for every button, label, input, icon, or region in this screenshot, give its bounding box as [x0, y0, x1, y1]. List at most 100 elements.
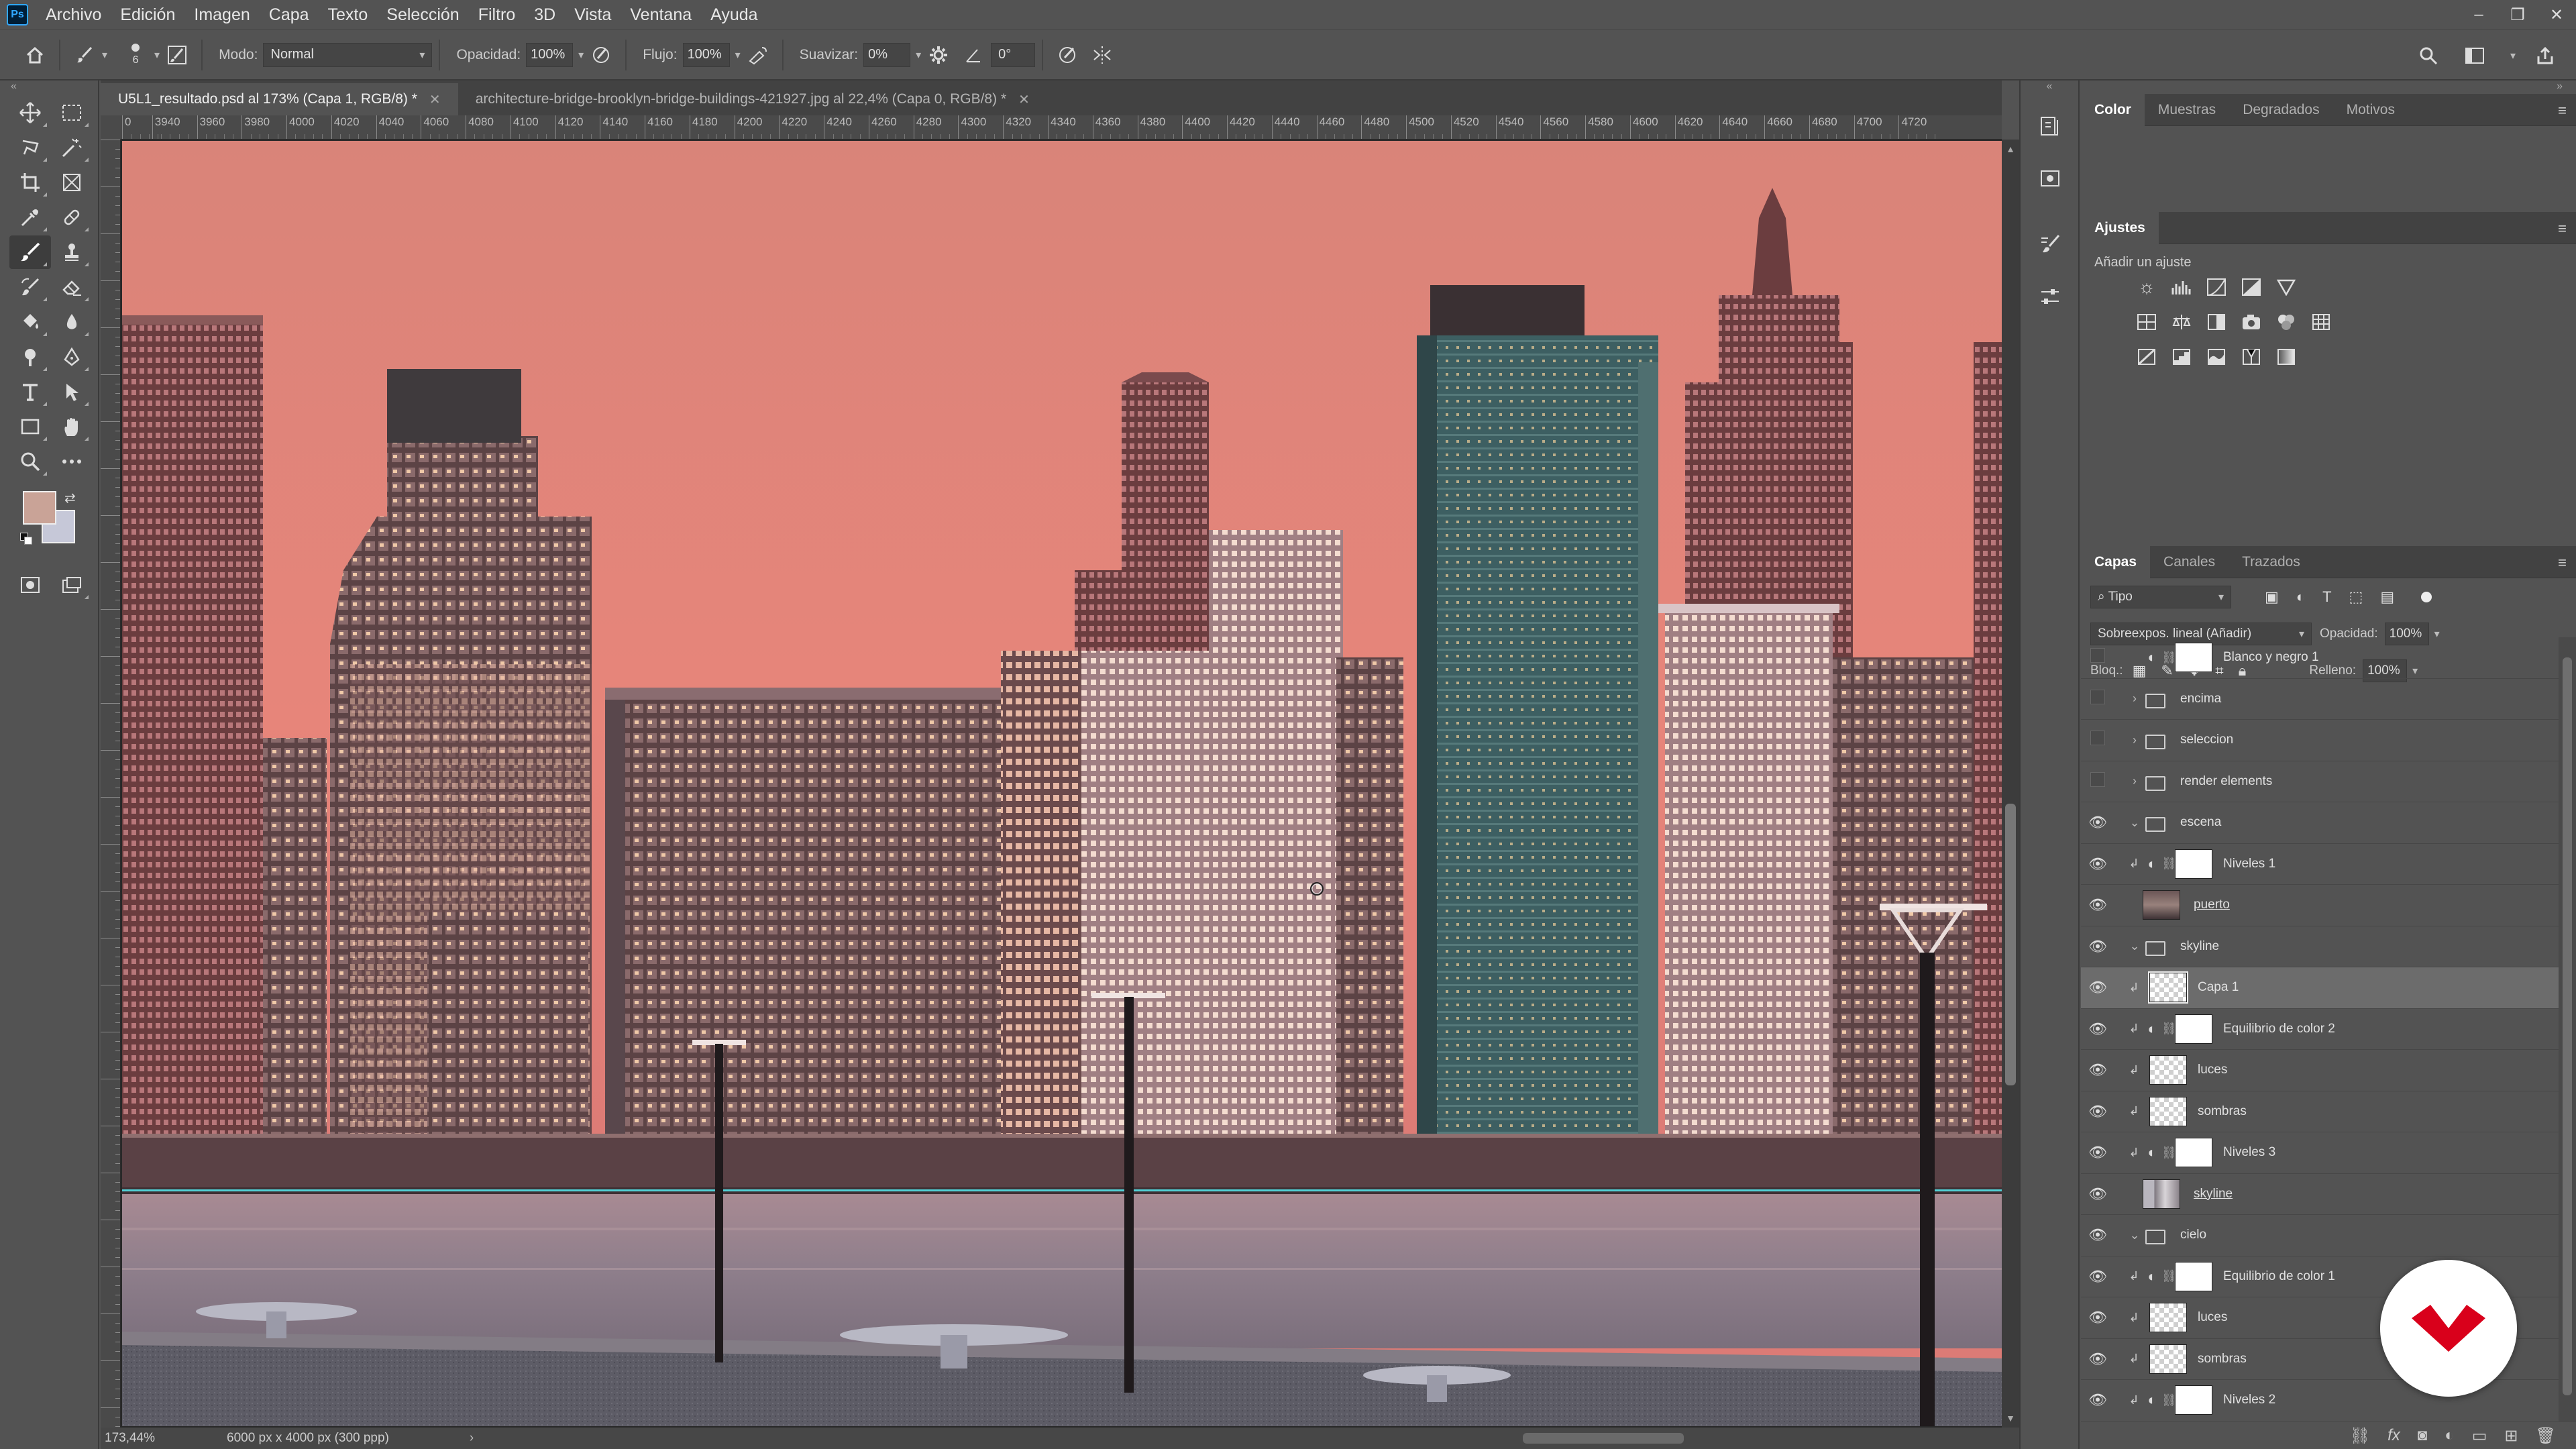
- panel-menu-icon[interactable]: ≡: [2558, 554, 2567, 572]
- airbrush-icon[interactable]: [741, 38, 775, 72]
- layer-row[interactable]: ◐ ⛓ Blanco y negro 1: [2081, 637, 2559, 679]
- add-mask-icon[interactable]: ◙: [2418, 1426, 2428, 1445]
- status-menu-arrow[interactable]: ›: [470, 1431, 474, 1446]
- brightness-icon[interactable]: ☼: [2135, 275, 2159, 299]
- visibility-toggle[interactable]: [2081, 771, 2114, 791]
- eraser-tool-icon[interactable]: [51, 270, 93, 304]
- new-group-icon[interactable]: ▭: [2472, 1426, 2487, 1446]
- flow-dropdown-icon[interactable]: ▾: [735, 48, 741, 62]
- rectangle-tool-icon[interactable]: [9, 410, 51, 443]
- posterize-icon[interactable]: [2169, 345, 2194, 369]
- visibility-eye-icon[interactable]: 👁︎: [2081, 1185, 2114, 1203]
- tab-swatches[interactable]: Muestras: [2145, 94, 2229, 126]
- panel-menu-icon[interactable]: ≡: [2558, 220, 2567, 237]
- group-expanded-icon[interactable]: ⌄: [2125, 1228, 2144, 1242]
- curves-icon[interactable]: [2204, 275, 2229, 299]
- visibility-eye-icon[interactable]: 👁︎: [2081, 896, 2114, 914]
- gradient-map-icon[interactable]: [2274, 345, 2298, 369]
- default-colors-icon[interactable]: [20, 533, 32, 545]
- vertical-scroll-thumb[interactable]: [2005, 804, 2016, 1085]
- visibility-toggle[interactable]: [2081, 689, 2114, 708]
- visibility-eye-icon[interactable]: 👁︎: [2081, 1061, 2114, 1079]
- layer-mask-thumbnail[interactable]: [2175, 849, 2212, 879]
- filter-adjustment-icon[interactable]: ◐: [2296, 588, 2305, 606]
- home-icon[interactable]: [17, 38, 52, 72]
- type-tool-icon[interactable]: [9, 375, 51, 409]
- visibility-eye-icon[interactable]: 👁︎: [2081, 1350, 2114, 1368]
- restore-button[interactable]: ❐: [2498, 0, 2537, 30]
- vertical-ruler[interactable]: [101, 140, 121, 1428]
- group-expanded-icon[interactable]: ⌄: [2125, 939, 2144, 953]
- filter-type-icon[interactable]: T: [2322, 588, 2331, 606]
- layer-row[interactable]: 👁︎ skyline: [2081, 1174, 2559, 1215]
- angle-field[interactable]: 0°: [991, 42, 1036, 67]
- document-canvas[interactable]: [122, 141, 2002, 1426]
- brush-settings-icon[interactable]: [160, 38, 195, 72]
- collapse-panels-icon[interactable]: »: [2557, 80, 2563, 93]
- lasso-tool-icon[interactable]: [9, 131, 51, 164]
- filter-toggle-icon[interactable]: [2421, 592, 2432, 602]
- more-tools-icon[interactable]: [51, 445, 93, 478]
- close-tab-icon[interactable]: ✕: [429, 91, 441, 108]
- menu-filtro[interactable]: Filtro: [469, 0, 525, 30]
- layer-row[interactable]: 👁︎ ⌄ escena: [2081, 802, 2559, 844]
- layer-mask-thumbnail[interactable]: [2175, 1385, 2212, 1415]
- brush-tool-icon[interactable]: [9, 235, 51, 269]
- opacity-field[interactable]: 100%: [526, 42, 574, 67]
- menu-vista[interactable]: Vista: [565, 0, 621, 30]
- mask-link-icon[interactable]: ⛓: [2161, 1022, 2177, 1036]
- marquee-tool-icon[interactable]: [51, 96, 93, 129]
- close-button[interactable]: ✕: [2537, 0, 2576, 30]
- photoshop-logo-icon[interactable]: Ps: [7, 4, 28, 25]
- layer-row[interactable]: › encima: [2081, 679, 2559, 720]
- menu-edicion[interactable]: Edición: [111, 0, 184, 30]
- levels-icon[interactable]: [2169, 275, 2194, 299]
- move-tool-icon[interactable]: [9, 96, 51, 129]
- visibility-eye-icon[interactable]: 👁︎: [2081, 1020, 2114, 1038]
- menu-3d[interactable]: 3D: [525, 0, 565, 30]
- filter-smart-object-icon[interactable]: ▤: [2380, 588, 2394, 606]
- photo-filter-icon[interactable]: [2239, 310, 2263, 334]
- tab-channels[interactable]: Canales: [2150, 546, 2229, 578]
- pen-tool-icon[interactable]: [51, 340, 93, 374]
- layer-row[interactable]: 👁︎ ↲ ◐ ⛓ Niveles 3: [2081, 1132, 2559, 1174]
- layer-mask-thumbnail[interactable]: [2175, 1138, 2212, 1168]
- tab-color[interactable]: Color: [2081, 93, 2145, 126]
- visibility-eye-icon[interactable]: 👁︎: [2081, 1103, 2114, 1120]
- menu-seleccion[interactable]: Selección: [377, 0, 468, 30]
- mask-link-icon[interactable]: ⛓: [2161, 1393, 2177, 1407]
- adjust-sliders-panel-icon[interactable]: [2030, 276, 2070, 317]
- pressure-size-icon[interactable]: [1050, 38, 1085, 72]
- collapse-toolbar-icon[interactable]: «: [0, 80, 98, 95]
- menu-texto[interactable]: Texto: [319, 0, 378, 30]
- invert-icon[interactable]: [2135, 345, 2159, 369]
- frame-tool-icon[interactable]: [51, 166, 93, 199]
- visibility-eye-icon[interactable]: 👁︎: [2081, 1144, 2114, 1161]
- new-layer-icon[interactable]: ⊞: [2504, 1426, 2518, 1446]
- brush-settings-panel-icon[interactable]: [2030, 224, 2070, 264]
- menu-imagen[interactable]: Imagen: [184, 0, 259, 30]
- mask-link-icon[interactable]: ⛓: [2161, 1146, 2177, 1160]
- panel-menu-icon[interactable]: ≡: [2558, 102, 2567, 119]
- tab-gradients[interactable]: Degradados: [2229, 94, 2332, 126]
- tab-layers[interactable]: Capas: [2081, 545, 2151, 578]
- layer-row[interactable]: 👁︎ ↲ sombras: [2081, 1091, 2559, 1132]
- layer-row[interactable]: 👁︎ ↲ Capa 1: [2081, 967, 2559, 1009]
- mask-link-icon[interactable]: ⛓: [2161, 857, 2177, 871]
- share-icon[interactable]: [2528, 38, 2563, 73]
- visibility-eye-icon[interactable]: 👁︎: [2081, 979, 2114, 996]
- collapse-strip-icon[interactable]: «: [2021, 80, 2078, 94]
- visibility-eye-icon[interactable]: 👁︎: [2081, 1309, 2114, 1326]
- layer-thumbnail[interactable]: [2149, 1096, 2187, 1126]
- magic-wand-tool-icon[interactable]: [51, 131, 93, 164]
- layer-row[interactable]: 👁︎ ↲ ◐ ⛓ Equilibrio de color 2: [2081, 1009, 2559, 1050]
- workspace-dropdown-icon[interactable]: ▾: [2510, 49, 2516, 62]
- visibility-eye-icon[interactable]: 👁︎: [2081, 1226, 2114, 1244]
- smoothing-field[interactable]: 0%: [863, 42, 911, 67]
- layer-thumbnail[interactable]: [2149, 1344, 2187, 1374]
- opacity-dropdown-icon[interactable]: ▾: [578, 48, 584, 62]
- group-collapsed-icon[interactable]: ›: [2125, 733, 2144, 747]
- doc-tab-u5l1[interactable]: U5L1_resultado.psd al 173% (Capa 1, RGB/…: [101, 83, 458, 115]
- healing-brush-tool-icon[interactable]: [51, 201, 93, 234]
- pressure-opacity-icon[interactable]: [584, 38, 619, 72]
